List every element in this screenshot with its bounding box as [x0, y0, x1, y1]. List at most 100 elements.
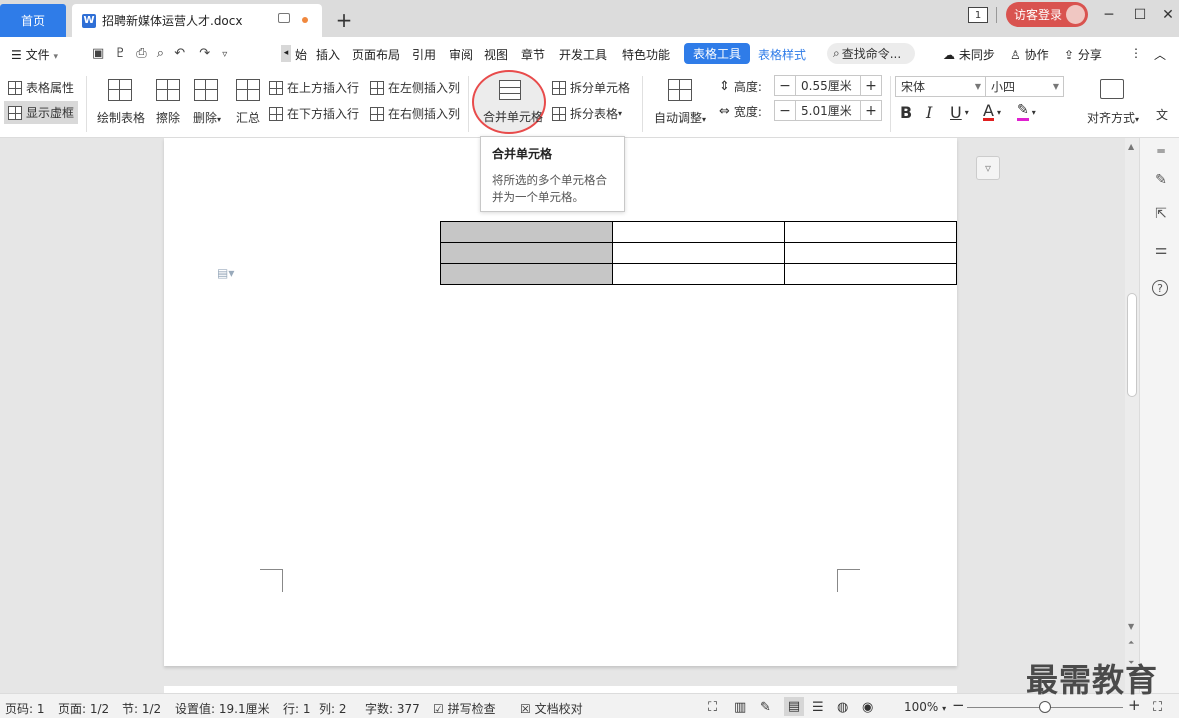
fit-page-icon[interactable]: ⛶ — [1153, 700, 1162, 715]
status-col[interactable]: 列: 2 — [319, 700, 347, 717]
table-cell[interactable] — [784, 221, 957, 243]
sync-button[interactable]: ☁ 未同步 — [943, 46, 995, 63]
font-size-select[interactable]: 小四 ▼ — [985, 76, 1064, 97]
outline-view-icon[interactable]: ☰ — [812, 700, 824, 715]
tab-home[interactable]: 首页 — [0, 4, 66, 37]
collapse-ribbon-icon[interactable]: ︿ — [1154, 46, 1166, 63]
table-cell[interactable] — [612, 242, 785, 264]
doc-proof-button[interactable]: ☒ 文档校对 — [520, 700, 583, 717]
edit-mode-icon[interactable]: ✎ — [760, 700, 771, 715]
status-page-code[interactable]: 页码: 1 — [5, 700, 45, 717]
status-row[interactable]: 行: 1 — [283, 700, 311, 717]
menu-item-reference[interactable]: 引用 — [412, 46, 436, 63]
document-table[interactable] — [440, 221, 957, 285]
table-cell[interactable] — [784, 242, 957, 264]
menu-item-insert[interactable]: 插入 — [316, 46, 340, 63]
page-count-indicator[interactable]: 1 — [968, 7, 988, 23]
menu-item-features[interactable]: 特色功能 — [622, 46, 670, 63]
close-icon[interactable]: ✕ — [1156, 4, 1179, 26]
paragraph-options-icon[interactable]: ▤▾ — [217, 266, 234, 280]
more-options-icon[interactable]: ⋮ — [1130, 46, 1142, 60]
insert-col-left-button[interactable]: 在左侧插入列 — [370, 79, 460, 96]
plus-icon[interactable]: + — [861, 103, 881, 119]
height-value[interactable]: 0.55厘米 — [795, 76, 861, 95]
menu-item-chapter[interactable]: 章节 — [521, 46, 545, 63]
help-icon[interactable]: ? — [1152, 280, 1168, 296]
table-cell[interactable] — [784, 263, 957, 285]
menu-item-layout[interactable]: 页面布局 — [352, 46, 400, 63]
print-icon[interactable]: ⎙ — [136, 46, 146, 61]
width-value[interactable]: 5.01厘米 — [795, 101, 861, 120]
insert-row-below-button[interactable]: 在下方插入行 — [269, 105, 359, 122]
tab-table-style[interactable]: 表格样式 — [758, 46, 806, 63]
scroll-left-icon[interactable]: ◂ — [281, 45, 291, 62]
window-mode-icon[interactable] — [278, 13, 290, 23]
minus-icon[interactable]: − — [775, 78, 795, 94]
scroll-up-icon[interactable]: ▲ — [1128, 142, 1134, 151]
status-setting[interactable]: 设置值: 19.1厘米 — [175, 700, 270, 717]
menu-item-devtools[interactable]: 开发工具 — [559, 46, 607, 63]
pen-icon[interactable]: ✎ — [1152, 172, 1170, 190]
table-cell[interactable] — [612, 221, 785, 243]
highlight-button[interactable]: ✎ ▾ — [1017, 103, 1036, 121]
italic-button[interactable]: I — [926, 103, 932, 122]
menu-item-view[interactable]: 视图 — [484, 46, 508, 63]
menu-item-start[interactable]: 始 — [295, 46, 307, 63]
menu-file[interactable]: ☰ 文件 ▾ — [11, 46, 58, 63]
text-direction-button[interactable]: 文 — [1156, 106, 1168, 123]
share-button[interactable]: ⇪ 分享 — [1064, 46, 1102, 63]
show-gridlines-button[interactable]: 显示虚框 — [4, 101, 79, 124]
table-properties-button[interactable]: 表格属性 — [8, 79, 74, 96]
pointer-icon[interactable]: ⇱ — [1152, 206, 1170, 224]
status-word-count[interactable]: 字数: 377 — [365, 700, 420, 717]
document-canvas[interactable]: ▤▾ ▿ — [0, 138, 1125, 693]
auto-fit-button[interactable]: 自动调整▾ — [652, 70, 708, 138]
spell-check-button[interactable]: ☑ 拼写检查 — [433, 700, 496, 717]
page-view-icon[interactable]: ▤ — [784, 697, 804, 716]
zoom-slider-handle[interactable] — [1039, 701, 1051, 713]
document-page-2[interactable] — [164, 686, 957, 693]
print-preview-icon[interactable]: ⌕ — [157, 46, 164, 61]
plus-icon[interactable]: + — [861, 78, 881, 94]
split-table-button[interactable]: 拆分表格 ▾ — [552, 105, 622, 122]
insert-col-right-button[interactable]: 在右侧插入列 — [370, 105, 460, 122]
table-cell[interactable] — [440, 263, 613, 285]
tab-table-tools[interactable]: 表格工具 — [684, 43, 750, 64]
save-icon[interactable]: ▣ — [92, 46, 104, 61]
format-painter-icon[interactable]: ♇ — [114, 46, 126, 61]
plus-icon[interactable]: + — [334, 8, 354, 32]
font-name-select[interactable]: 宋体 ▼ — [895, 76, 986, 97]
status-page[interactable]: 页面: 1/2 — [58, 700, 109, 717]
minimize-icon[interactable]: ─ — [1097, 4, 1121, 26]
tab-document[interactable]: W 招聘新媒体运营人才.docx — [72, 4, 322, 37]
search-command[interactable]: ⌕ 查找命令... — [827, 43, 915, 64]
panel-collapse-icon[interactable]: ═ — [1152, 144, 1170, 162]
merge-cells-button[interactable]: 合并单元格 — [472, 70, 546, 134]
draw-table-button[interactable]: 绘制表格 — [95, 70, 147, 138]
table-cell[interactable] — [440, 242, 613, 264]
scrollbar-thumb[interactable] — [1127, 293, 1137, 397]
read-mode-icon[interactable]: ▥ — [734, 700, 746, 715]
font-color-button[interactable]: A ▾ — [983, 103, 1001, 121]
redo-icon[interactable]: ↷ — [199, 46, 210, 61]
login-button[interactable]: 访客登录 — [1006, 2, 1088, 27]
eye-protection-icon[interactable]: ◉ — [862, 700, 873, 715]
more-icon[interactable]: ▿ — [222, 49, 227, 60]
alignment-button[interactable]: 对齐方式▾ — [1082, 70, 1144, 138]
web-view-icon[interactable]: ◍ — [837, 700, 848, 715]
zoom-level[interactable]: 100% ▾ — [904, 700, 946, 714]
width-stepper[interactable]: − 5.01厘米 + — [774, 100, 882, 121]
scroll-down-icon[interactable]: ▼ — [1128, 622, 1134, 631]
menu-item-review[interactable]: 审阅 — [449, 46, 473, 63]
prev-page-icon[interactable]: ⏶ — [1128, 638, 1134, 648]
bold-button[interactable]: B — [900, 103, 912, 122]
minus-icon[interactable]: − — [775, 103, 795, 119]
filter-icon[interactable]: ▿ — [976, 156, 1000, 180]
fullscreen-icon[interactable]: ⛶ — [708, 700, 717, 715]
collaborate-button[interactable]: ♙ 协作 — [1010, 46, 1049, 63]
delete-button[interactable]: 删除▾ — [190, 70, 224, 138]
adjust-icon[interactable]: ⚌ — [1152, 242, 1170, 260]
summary-button[interactable]: 汇总 — [234, 70, 262, 138]
insert-row-above-button[interactable]: 在上方插入行 — [269, 79, 359, 96]
undo-icon[interactable]: ↶ — [174, 46, 185, 61]
